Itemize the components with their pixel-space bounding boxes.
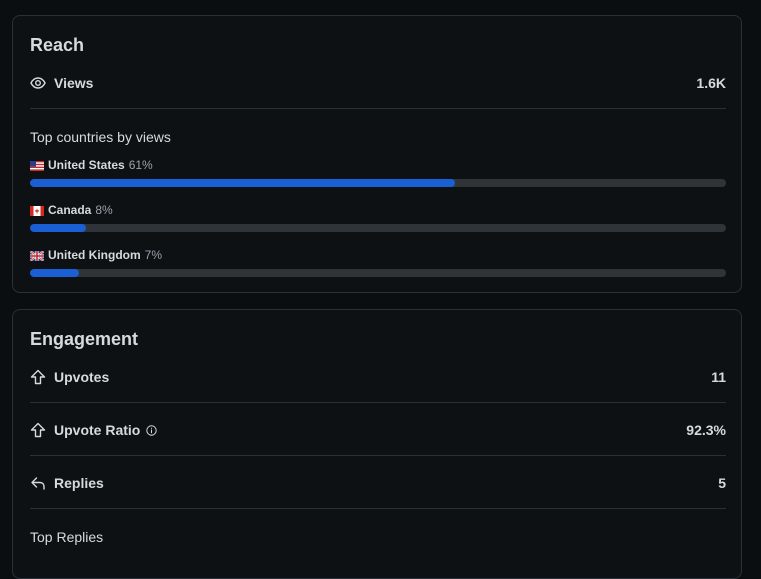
country-item-united-kingdom: United Kingdom 7% (29, 247, 726, 277)
progress-fill (30, 179, 455, 187)
upvotes-label: Upvotes (54, 369, 110, 385)
country-name: Canada (48, 203, 92, 217)
country-percent: 61% (128, 158, 153, 172)
info-icon[interactable] (146, 424, 158, 436)
progress-fill (30, 269, 79, 277)
divider (30, 455, 726, 456)
divider (30, 508, 726, 509)
ca-flag-icon (30, 205, 44, 216)
progress-fill (30, 224, 86, 232)
views-label: Views (54, 75, 94, 91)
eye-icon (30, 75, 46, 91)
country-item-united-states: United States 61% (30, 157, 726, 187)
upvote-ratio-value: 92.3% (686, 422, 726, 438)
progress-track (30, 269, 726, 277)
top-replies-heading: Top Replies (30, 529, 104, 545)
upvote-ratio-label: Upvote Ratio (54, 422, 141, 438)
uk-flag-icon (29, 250, 45, 262)
replies-row: Replies 5 (30, 472, 726, 494)
country-name: United States (48, 158, 125, 172)
progress-track (30, 224, 726, 232)
progress-track (30, 179, 726, 187)
top-countries-heading: Top countries by views (30, 129, 171, 145)
reply-icon (30, 475, 46, 491)
divider (30, 402, 726, 403)
country-item-canada: Canada 8% (30, 202, 726, 232)
country-percent: 7% (144, 248, 162, 262)
reach-card: Reach Views 1.6K Top countries by views (12, 15, 742, 293)
engagement-card: Engagement Upvotes 11 Upvote Ratio 92.3% (12, 309, 742, 579)
divider (30, 108, 726, 109)
replies-value: 5 (718, 475, 726, 491)
views-row: Views 1.6K (30, 72, 726, 94)
upvotes-row: Upvotes 11 (30, 366, 726, 388)
views-value: 1.6K (696, 75, 726, 91)
replies-label: Replies (54, 475, 104, 491)
engagement-title: Engagement (30, 329, 139, 349)
us-flag-icon (30, 160, 44, 171)
upvote-icon (30, 369, 46, 385)
country-percent: 8% (95, 203, 113, 217)
country-name: United Kingdom (48, 248, 141, 262)
upvote-icon (30, 422, 46, 438)
reach-title: Reach (30, 35, 85, 55)
upvotes-value: 11 (711, 369, 726, 385)
upvote-ratio-row: Upvote Ratio 92.3% (30, 419, 726, 441)
